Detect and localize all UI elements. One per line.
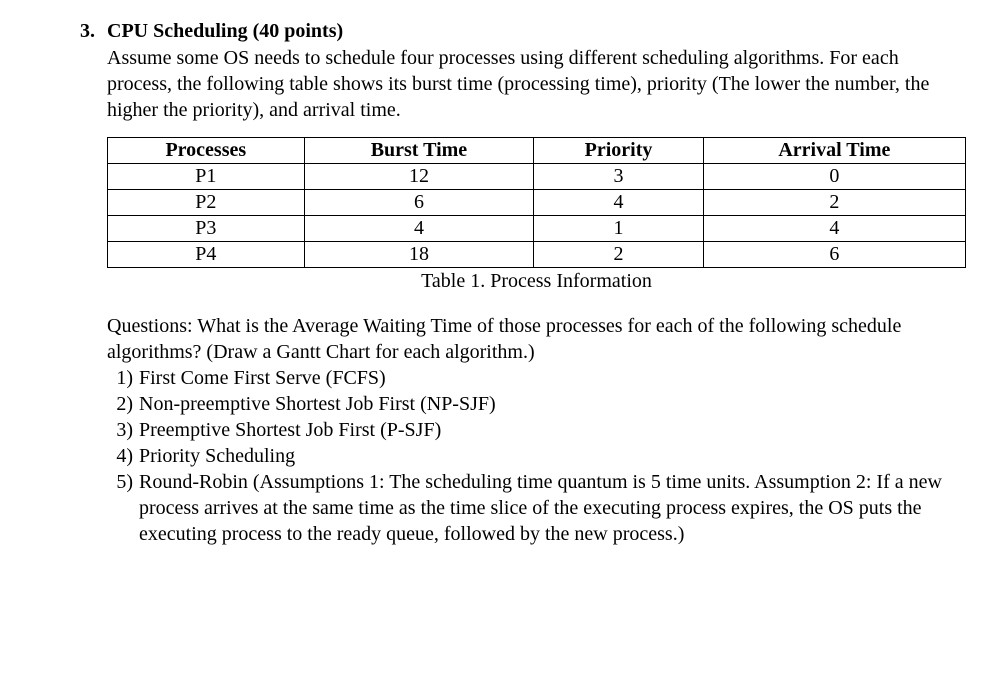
- table-row: P4 18 2 6: [108, 242, 966, 268]
- table-row: P2 6 4 2: [108, 190, 966, 216]
- cell-process: P1: [108, 164, 305, 190]
- question-body: CPU Scheduling (40 points) Assume some O…: [107, 20, 966, 547]
- question-intro: Assume some OS needs to schedule four pr…: [107, 45, 966, 123]
- cell-arrival: 0: [703, 164, 965, 190]
- cell-arrival: 6: [703, 242, 965, 268]
- col-priority: Priority: [534, 138, 703, 164]
- cell-burst: 18: [304, 242, 534, 268]
- table-row: P3 4 1 4: [108, 216, 966, 242]
- subquestions-intro: Questions: What is the Average Waiting T…: [107, 313, 966, 365]
- question-title: CPU Scheduling: [107, 20, 248, 42]
- cell-process: P4: [108, 242, 305, 268]
- cell-priority: 2: [534, 242, 703, 268]
- table-header-row: Processes Burst Time Priority Arrival Ti…: [108, 138, 966, 164]
- list-item: Preemptive Shortest Job First (P-SJF): [135, 417, 966, 443]
- question-block: 3. CPU Scheduling (40 points) Assume som…: [80, 20, 966, 547]
- cell-priority: 1: [534, 216, 703, 242]
- algorithm-list: First Come First Serve (FCFS) Non-preemp…: [107, 365, 966, 547]
- table-caption: Table 1. Process Information: [107, 270, 966, 293]
- process-table: Processes Burst Time Priority Arrival Ti…: [107, 137, 966, 268]
- col-processes: Processes: [108, 138, 305, 164]
- list-item: Non-preemptive Shortest Job First (NP-SJ…: [135, 391, 966, 417]
- table-row: P1 12 3 0: [108, 164, 966, 190]
- cell-burst: 12: [304, 164, 534, 190]
- col-arrival-time: Arrival Time: [703, 138, 965, 164]
- cell-process: P2: [108, 190, 305, 216]
- cell-arrival: 4: [703, 216, 965, 242]
- question-points: (40 points): [253, 20, 344, 42]
- cell-process: P3: [108, 216, 305, 242]
- list-item: First Come First Serve (FCFS): [135, 365, 966, 391]
- question-number: 3.: [80, 20, 95, 547]
- col-burst-time: Burst Time: [304, 138, 534, 164]
- list-item: Round-Robin (Assumptions 1: The scheduli…: [135, 469, 966, 547]
- question-header: CPU Scheduling (40 points): [107, 20, 966, 43]
- cell-priority: 4: [534, 190, 703, 216]
- list-item: Priority Scheduling: [135, 443, 966, 469]
- cell-burst: 6: [304, 190, 534, 216]
- cell-priority: 3: [534, 164, 703, 190]
- cell-burst: 4: [304, 216, 534, 242]
- cell-arrival: 2: [703, 190, 965, 216]
